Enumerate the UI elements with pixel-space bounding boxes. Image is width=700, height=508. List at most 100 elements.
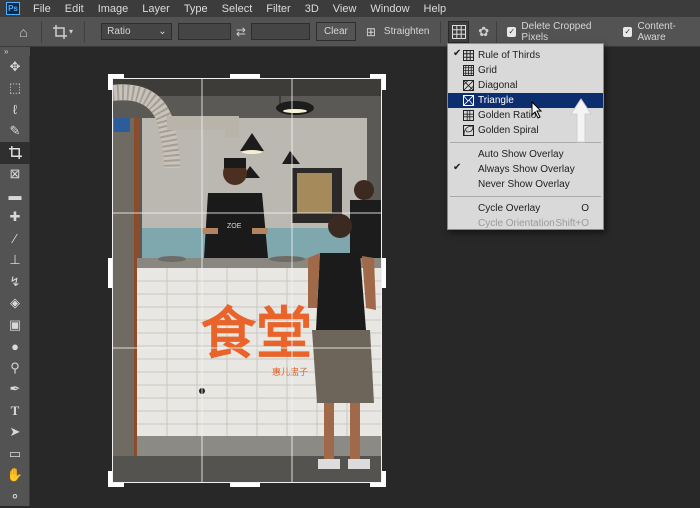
menu-filter[interactable]: Filter xyxy=(259,3,297,15)
type-tool-icon[interactable]: T xyxy=(0,400,30,422)
pen-tool-icon[interactable]: ✒ xyxy=(0,379,30,401)
quick-selection-tool-icon[interactable]: ✎ xyxy=(0,121,30,143)
frame-tool-icon[interactable]: ⊠ xyxy=(0,164,30,186)
marquee-tool-icon[interactable]: ⬚ xyxy=(0,78,30,100)
dodge-tool-icon[interactable]: ⚲ xyxy=(0,357,30,379)
menu-edit[interactable]: Edit xyxy=(58,3,91,15)
menu-item-shortcut: Shift+O xyxy=(555,218,589,229)
overlay-options-button[interactable] xyxy=(448,20,470,43)
svg-text:ZOE: ZOE xyxy=(227,223,242,230)
crop-handle-bottom-left[interactable] xyxy=(108,471,112,487)
gear-icon[interactable]: ✿ xyxy=(473,21,494,43)
lasso-tool-icon[interactable]: ℓ xyxy=(0,99,30,121)
clone-stamp-tool-icon[interactable]: ⊥ xyxy=(0,250,30,272)
menu-item-label: Golden Ratio xyxy=(478,110,537,121)
menu-item-diagonal[interactable]: Diagonal xyxy=(448,78,603,93)
gradient-tool-icon[interactable]: ▣ xyxy=(0,314,30,336)
menu-bar: Ps File Edit Image Layer Type Select Fil… xyxy=(0,0,700,17)
checkbox-checked-icon: ✓ xyxy=(623,26,633,37)
rule-of-thirds-icon xyxy=(463,50,474,61)
menu-layer[interactable]: Layer xyxy=(135,3,177,15)
crop-handle-top-left[interactable] xyxy=(108,74,112,90)
clear-button[interactable]: Clear xyxy=(315,22,356,41)
crop-handle-top-center[interactable] xyxy=(230,74,260,78)
healing-brush-tool-icon[interactable]: ✚ xyxy=(0,207,30,229)
swap-icon[interactable]: ⇄ xyxy=(231,25,252,39)
menu-item-label: Golden Spiral xyxy=(478,125,539,136)
crop-handle-middle-right[interactable] xyxy=(382,258,386,288)
menu-item-auto-show-overlay[interactable]: Auto Show Overlay xyxy=(448,147,603,162)
menu-file[interactable]: File xyxy=(26,3,58,15)
crop-tool-icon[interactable] xyxy=(0,142,30,164)
height-field[interactable] xyxy=(251,23,310,40)
width-field[interactable] xyxy=(177,23,231,40)
menu-item-label: Auto Show Overlay xyxy=(478,149,564,160)
menu-item-label: Cycle Orientation xyxy=(478,218,555,229)
chevron-down-icon: ⌄ xyxy=(158,26,167,37)
menu-3d[interactable]: 3D xyxy=(298,3,326,15)
hand-tool-icon[interactable]: ✋ xyxy=(0,465,30,487)
menu-item-label: Rule of Thirds xyxy=(478,50,541,61)
menu-item-rule-of-thirds[interactable]: ✔ Rule of Thirds xyxy=(448,48,603,63)
straighten-icon: ⊞ xyxy=(365,24,376,39)
menu-type[interactable]: Type xyxy=(177,3,215,15)
photo-image[interactable]: ZOE 食堂 惠儿盅子 xyxy=(112,78,382,483)
blur-tool-icon[interactable]: ● xyxy=(0,336,30,358)
menu-view[interactable]: View xyxy=(326,3,364,15)
checkmark-icon: ✔ xyxy=(453,162,462,173)
brush-tool-icon[interactable]: ∕ xyxy=(0,228,30,250)
triangle-icon xyxy=(463,95,474,106)
eraser-tool-icon[interactable]: ◈ xyxy=(0,293,30,315)
zoom-tool-icon[interactable]: ⚬ xyxy=(0,486,30,508)
crop-tool-preset-icon[interactable]: ▾ xyxy=(50,22,76,42)
grid-overlay-icon xyxy=(451,24,466,39)
grid-icon xyxy=(463,65,474,76)
collapse-panel-icon[interactable]: » xyxy=(0,47,30,56)
menu-item-label: Always Show Overlay xyxy=(478,164,575,175)
crop-handle-middle-left[interactable] xyxy=(108,258,112,288)
menu-item-label: Triangle xyxy=(478,95,514,106)
delete-cropped-pixels-checkbox[interactable]: ✓ Delete Cropped Pixels xyxy=(507,21,615,43)
rectangle-tool-icon[interactable]: ▭ xyxy=(0,443,30,465)
menu-item-label: Cycle Overlay xyxy=(478,203,541,214)
diagonal-icon xyxy=(463,80,474,91)
sign-big-text: 食堂 xyxy=(200,302,312,367)
menu-item-always-show-overlay[interactable]: ✔ Always Show Overlay xyxy=(448,162,603,177)
mouse-cursor-icon xyxy=(531,101,543,119)
photoshop-logo: Ps xyxy=(6,2,20,15)
options-divider xyxy=(496,20,498,43)
checkbox-checked-icon: ✓ xyxy=(507,26,517,37)
options-divider xyxy=(439,20,441,43)
straighten-label: Straighten xyxy=(383,26,430,37)
eyedropper-tool-icon[interactable]: ▬ xyxy=(0,185,30,207)
menu-item-shortcut: O xyxy=(581,203,589,214)
content-aware-checkbox[interactable]: ✓ Content-Aware xyxy=(623,21,700,43)
chevron-down-icon: ▾ xyxy=(69,27,74,36)
move-tool-icon[interactable]: ✥ xyxy=(0,56,30,78)
options-divider xyxy=(40,20,42,43)
home-icon[interactable]: ⌂ xyxy=(14,22,33,42)
menu-window[interactable]: Window xyxy=(363,3,416,15)
menu-divider xyxy=(450,196,601,197)
menu-item-cycle-overlay[interactable]: Cycle Overlay O xyxy=(448,201,603,216)
menu-help[interactable]: Help xyxy=(417,3,454,15)
menu-select[interactable]: Select xyxy=(215,3,260,15)
tools-panel: ✥ ⬚ ℓ ✎ ⊠ ▬ ✚ ∕ ⊥ ↯ ◈ ▣ ● ⚲ ✒ T ➤ ▭ ✋ ⚬ xyxy=(0,56,30,506)
menu-item-label: Never Show Overlay xyxy=(478,179,570,190)
menu-item-label: Grid xyxy=(478,65,497,76)
pointer-arrow-icon xyxy=(570,98,592,143)
path-selection-tool-icon[interactable]: ➤ xyxy=(0,422,30,444)
sign-small-text: 惠儿盅子 xyxy=(272,366,308,378)
menu-item-grid[interactable]: Grid xyxy=(448,63,603,78)
crop-handle-top-right[interactable] xyxy=(382,74,386,90)
ratio-select[interactable]: Ratio ⌄ xyxy=(101,23,172,40)
menu-image[interactable]: Image xyxy=(91,3,136,15)
straighten-button[interactable]: ⊞ Straighten xyxy=(366,25,430,39)
delete-cropped-pixels-label: Delete Cropped Pixels xyxy=(521,20,592,43)
crop-handle-bottom-center[interactable] xyxy=(230,483,260,487)
menu-item-never-show-overlay[interactable]: Never Show Overlay xyxy=(448,177,603,192)
photo-scene: ZOE 食堂 惠儿盅子 xyxy=(112,78,382,483)
crop-handle-bottom-right[interactable] xyxy=(382,471,386,487)
history-brush-tool-icon[interactable]: ↯ xyxy=(0,271,30,293)
ratio-select-value: Ratio xyxy=(107,26,131,37)
